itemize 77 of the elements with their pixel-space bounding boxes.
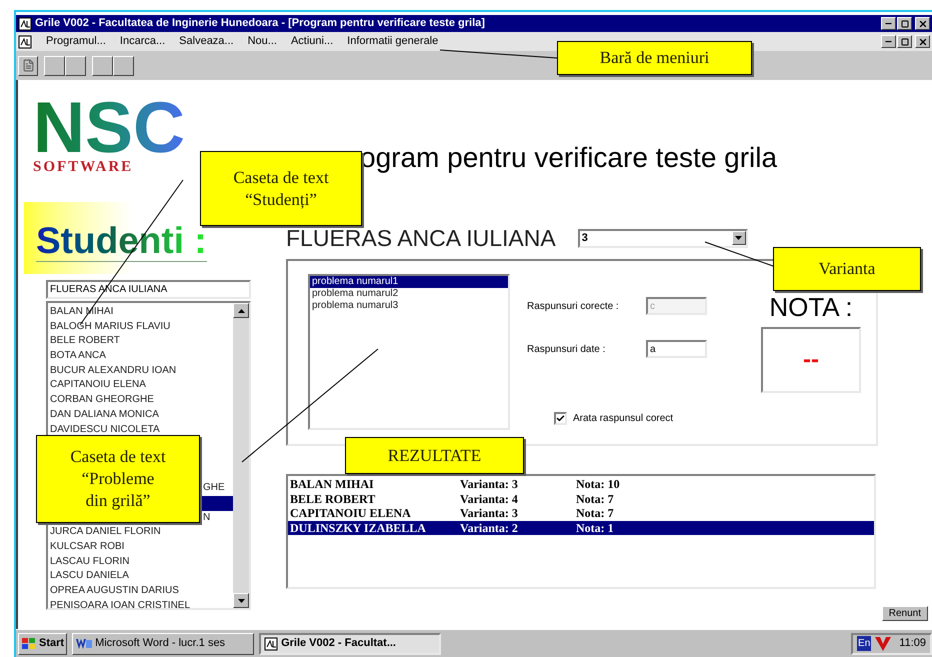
- result-row[interactable]: CAPITANOIU ELENA Varianta: 3 Nota: 7: [288, 506, 874, 520]
- check-icon: [556, 414, 565, 422]
- caret-icon: [735, 236, 742, 240]
- student-list-item[interactable]: DAN DALIANA MONICA: [48, 408, 233, 422]
- problem-list-item[interactable]: problema numarul1: [310, 276, 508, 288]
- down-arrow-icon: [238, 598, 244, 602]
- menu-item[interactable]: Nou...: [248, 33, 277, 50]
- maximize-icon: [900, 38, 908, 46]
- taskbar-button[interactable]: Grile V002 - Facultat...: [259, 632, 442, 654]
- correct-answers-label: Raspunsuri corecte :: [527, 300, 620, 314]
- result-row[interactable]: BALAN MIHAI Varianta: 3 Nota: 10: [288, 477, 874, 492]
- logo-tagline: SOFTWARE: [33, 158, 134, 176]
- student-list-item[interactable]: BUCUR ALEXANDRU IOAN: [48, 364, 233, 378]
- student-list-item[interactable]: OPREA AUGUSTIN DARIUS: [48, 584, 233, 599]
- new-button[interactable]: [18, 56, 38, 76]
- start-button[interactable]: Start: [18, 632, 68, 654]
- callout-tooltip: REZULTATE: [345, 437, 524, 474]
- student-list-item[interactable]: CORBAN GHEORGHE: [48, 393, 233, 408]
- toolbar-button[interactable]: [44, 56, 65, 76]
- menu-item[interactable]: Actiuni...: [290, 33, 334, 50]
- clock: 11:09: [899, 636, 926, 652]
- close-button[interactable]: [915, 35, 930, 48]
- variant-dropdown[interactable]: 3: [578, 228, 748, 248]
- leader-line: [704, 242, 774, 266]
- menu-item[interactable]: Informatii generale: [347, 33, 438, 50]
- student-list-item[interactable]: KULCSAR ROBI: [48, 540, 233, 555]
- student-list-item[interactable]: BELE ROBERT: [48, 334, 233, 350]
- student-list-item[interactable]: BOTA ANCA: [48, 349, 233, 364]
- given-answers-field[interactable]: a: [646, 340, 707, 358]
- menu-item[interactable]: Salveaza...: [179, 33, 234, 50]
- minimize-button[interactable]: [881, 35, 896, 48]
- close-icon: [918, 18, 928, 28]
- maximize-button[interactable]: [897, 17, 912, 30]
- grade-label: NOTA :: [769, 293, 853, 321]
- student-list-item[interactable]: JURCA DANIEL FLORIN: [48, 525, 233, 540]
- minimize-button[interactable]: [881, 17, 896, 30]
- student-list-item[interactable]: BALOGH MARIUS FLAVIU: [48, 320, 233, 334]
- maximize-icon: [900, 20, 908, 28]
- windows-flag-icon: [21, 636, 37, 650]
- student-list-item[interactable]: PENISOARA IOAN CRISTINEL: [48, 598, 233, 608]
- maximize-button[interactable]: [897, 35, 912, 48]
- toolbar-button[interactable]: [65, 56, 86, 76]
- callout-tooltip: Varianta: [773, 247, 921, 291]
- up-arrow-icon: [238, 308, 244, 312]
- checkbox[interactable]: [554, 412, 567, 424]
- student-list-item[interactable]: LASCU DANIELA: [48, 569, 233, 584]
- scrollbar[interactable]: [233, 303, 249, 608]
- callout-tooltip: Caseta de text “Studenți”: [200, 151, 362, 226]
- callout-tooltip: Caseta de text “Probleme din grilă”: [36, 435, 200, 523]
- result-row[interactable]: BELE ROBERT Varianta: 4 Nota: 7: [288, 492, 874, 506]
- toolbar-button[interactable]: [92, 56, 113, 76]
- taskbar-button[interactable]: Microsoft Word - lucr.1 ses: [72, 632, 254, 654]
- result-row[interactable]: DULINSZKY IZABELLA Varianta: 2 Nota: 1: [288, 520, 874, 535]
- app-icon: [18, 16, 32, 30]
- problem-list-item[interactable]: problema numarul3: [310, 300, 508, 312]
- menu-item[interactable]: Incarca...: [120, 33, 166, 50]
- close-button[interactable]: [915, 17, 930, 30]
- callout-tooltip: Bară de meniuri: [557, 41, 752, 75]
- given-answers-label: Raspunsuri date :: [527, 342, 606, 356]
- word-icon: [76, 638, 92, 650]
- checkbox-label: Arata raspunsul corect: [573, 412, 674, 426]
- cancel-button[interactable]: Renunt: [882, 606, 928, 621]
- student-list-item[interactable]: CAPITANOIU ELENA: [48, 378, 233, 394]
- app-icon: [18, 34, 32, 48]
- grade-display: --: [761, 327, 861, 393]
- close-icon: [918, 36, 928, 46]
- student-name: FLUERAS ANCA IULIANA: [286, 224, 556, 253]
- v-shield-icon[interactable]: [875, 636, 892, 650]
- menu-item[interactable]: Programul...: [46, 33, 106, 50]
- window-title: Grile V002 - Facultatea de Inginerie Hunedoara - [Program pentru verificare teste grila]: [35, 16, 485, 32]
- student-list-item[interactable]: DAVIDESCU NICOLETA: [48, 422, 233, 438]
- page-icon: [22, 59, 34, 72]
- student-list-item[interactable]: LASCAU FLORIN: [48, 554, 233, 570]
- problem-list-item[interactable]: problema numarul2: [310, 288, 508, 300]
- app-icon: [264, 636, 278, 650]
- toolbar-button[interactable]: [113, 56, 134, 76]
- language-indicator[interactable]: En: [857, 636, 872, 651]
